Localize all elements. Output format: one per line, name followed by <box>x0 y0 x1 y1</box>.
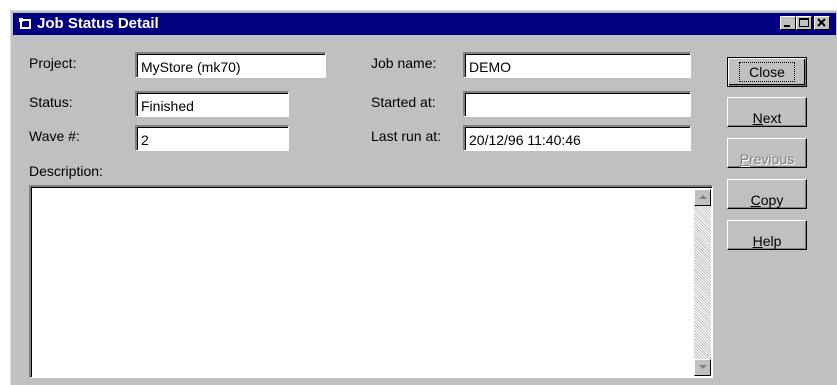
job-name-field[interactable]: DEMO <box>463 52 691 78</box>
next-button[interactable]: Next <box>727 97 807 127</box>
wave-field[interactable]: 2 <box>135 125 289 151</box>
description-label: Description: <box>29 163 103 179</box>
close-button-label: Close <box>739 62 795 82</box>
job-name-value: DEMO <box>469 59 511 75</box>
started-at-field[interactable] <box>463 91 691 117</box>
scroll-up-arrow-icon <box>699 195 707 199</box>
maximize-icon <box>799 18 809 27</box>
job-status-detail-window: Job Status Detail Project: MyStore (mk70… <box>10 10 837 385</box>
job-name-label: Job name: <box>371 55 437 71</box>
wave-label: Wave #: <box>29 128 80 144</box>
wave-value: 2 <box>141 132 149 148</box>
description-textarea[interactable] <box>29 185 713 378</box>
title-bar[interactable]: Job Status Detail <box>13 13 836 35</box>
scroll-up-button[interactable] <box>694 189 711 206</box>
close-icon <box>817 18 826 27</box>
scroll-down-button[interactable] <box>694 359 711 376</box>
previous-button-label: Previous <box>739 151 795 167</box>
status-label: Status: <box>29 94 73 110</box>
started-at-label: Started at: <box>371 94 436 110</box>
scroll-down-arrow-icon <box>699 365 707 369</box>
previous-button: Previous <box>727 138 807 168</box>
help-button[interactable]: Help <box>727 220 807 250</box>
copy-button[interactable]: Copy <box>727 179 807 209</box>
minimize-icon <box>784 25 790 27</box>
last-run-at-value: 20/12/96 11:40:46 <box>469 132 581 148</box>
maximize-button[interactable] <box>796 16 812 30</box>
next-button-label: Next <box>752 110 782 126</box>
description-scrollbar[interactable] <box>694 189 711 376</box>
last-run-at-field[interactable]: 20/12/96 11:40:46 <box>463 125 691 151</box>
window-title: Job Status Detail <box>37 15 159 32</box>
last-run-at-label: Last run at: <box>371 128 442 144</box>
close-window-button[interactable] <box>814 16 830 30</box>
status-field[interactable]: Finished <box>135 91 289 117</box>
help-button-label: Help <box>752 233 782 249</box>
project-value: MyStore (mk70) <box>141 59 241 75</box>
app-window-icon <box>19 18 31 29</box>
project-label: Project: <box>29 55 77 71</box>
project-field[interactable]: MyStore (mk70) <box>135 52 326 78</box>
status-value: Finished <box>141 98 194 114</box>
close-button[interactable]: Close <box>727 57 807 87</box>
minimize-button[interactable] <box>780 16 796 30</box>
copy-button-label: Copy <box>750 192 784 208</box>
